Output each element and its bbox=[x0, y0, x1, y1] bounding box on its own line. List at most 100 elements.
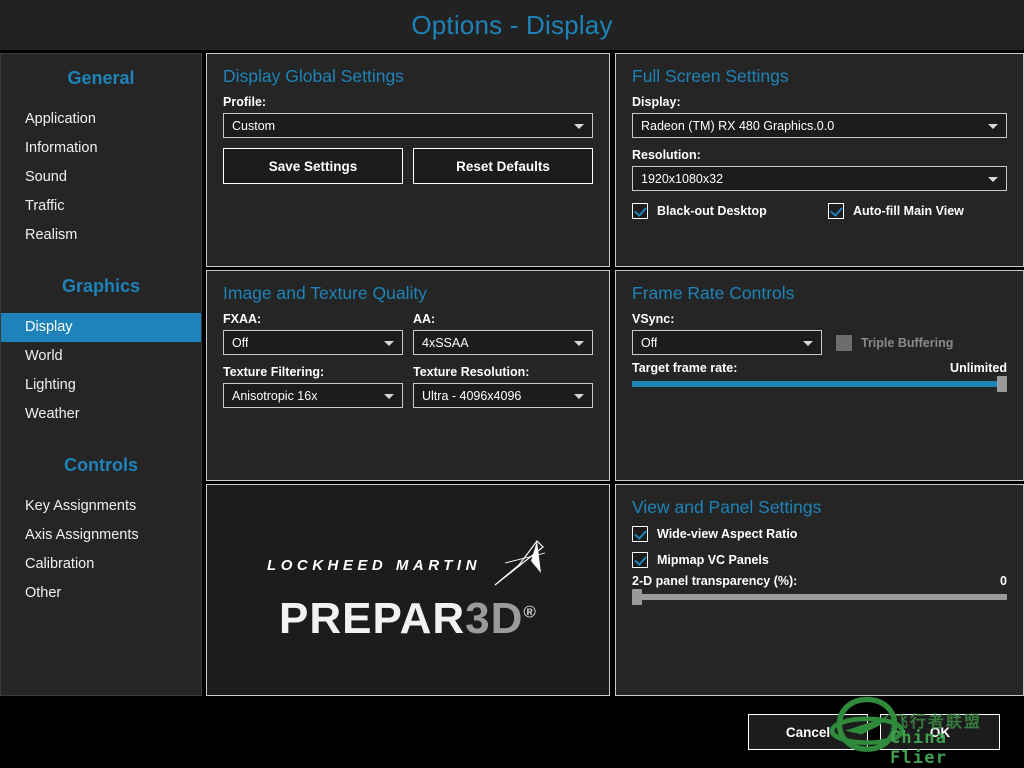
chevron-down-icon bbox=[988, 176, 998, 182]
panel-branding: LOCKHEED MARTIN PREPAR3D® bbox=[206, 484, 610, 696]
sidebar-item-axis-assignments[interactable]: Axis Assignments bbox=[1, 521, 201, 550]
sidebar-item-display[interactable]: Display bbox=[1, 313, 201, 342]
texture-resolution-dropdown[interactable]: Ultra - 4096x4096 bbox=[413, 383, 593, 408]
blackout-desktop-checkbox[interactable] bbox=[632, 203, 648, 219]
profile-dropdown[interactable]: Custom bbox=[223, 113, 593, 138]
texture-resolution-value: Ultra - 4096x4096 bbox=[422, 388, 522, 403]
panel-view-and-panel-settings: View and Panel Settings Wide-view Aspect… bbox=[615, 484, 1024, 696]
reset-defaults-button[interactable]: Reset Defaults bbox=[413, 148, 593, 184]
vsync-row: Off Triple Buffering bbox=[632, 330, 1007, 355]
options-window: Options - Display General Application In… bbox=[0, 0, 1024, 768]
sidebar-item-traffic[interactable]: Traffic bbox=[1, 192, 201, 221]
texture-filtering-dropdown[interactable]: Anisotropic 16x bbox=[223, 383, 403, 408]
lockheed-martin-lockup: LOCKHEED MARTIN bbox=[267, 539, 549, 591]
chevron-down-icon bbox=[988, 123, 998, 129]
sidebar-item-world[interactable]: World bbox=[1, 342, 201, 371]
fxaa-value: Off bbox=[232, 335, 249, 350]
wide-view-aspect-ratio-row[interactable]: Wide-view Aspect Ratio bbox=[632, 526, 1007, 542]
resolution-value: 1920x1080x32 bbox=[641, 171, 724, 186]
panel-title-frame-rate-controls: Frame Rate Controls bbox=[632, 283, 795, 303]
profile-label: Profile: bbox=[223, 95, 267, 109]
fxaa-dropdown[interactable]: Off bbox=[223, 330, 403, 355]
target-frame-rate-slider[interactable] bbox=[632, 376, 1007, 392]
aa-field: AA: 4xSSAA bbox=[413, 312, 593, 365]
vsync-dropdown[interactable]: Off bbox=[632, 330, 822, 355]
sidebar: General Application Information Sound Tr… bbox=[0, 53, 202, 696]
autofill-main-view-label: Auto-fill Main View bbox=[853, 204, 964, 218]
triple-buffering-row: Triple Buffering bbox=[836, 334, 954, 351]
mipmap-vc-panels-checkbox[interactable] bbox=[632, 552, 648, 568]
display-label: Display: bbox=[632, 95, 681, 109]
target-frame-rate-value: Unlimited bbox=[950, 361, 1007, 375]
aa-label: AA: bbox=[413, 312, 436, 326]
cancel-button[interactable]: Cancel bbox=[748, 714, 868, 750]
panel-frame-rate-controls: Frame Rate Controls VSync: Off Triple Bu… bbox=[615, 270, 1024, 481]
target-frame-rate-slider-fill bbox=[632, 381, 1007, 387]
sidebar-item-calibration[interactable]: Calibration bbox=[1, 550, 201, 579]
sidebar-item-other[interactable]: Other bbox=[1, 579, 201, 608]
sidebar-item-realism[interactable]: Realism bbox=[1, 221, 201, 250]
texture-resolution-field: Texture Resolution: Ultra - 4096x4096 bbox=[413, 365, 593, 418]
panel-full-screen-settings: Full Screen Settings Display: Radeon (TM… bbox=[615, 53, 1024, 267]
prepar3d-logo: LOCKHEED MARTIN PREPAR3D® bbox=[207, 485, 609, 695]
chevron-down-icon bbox=[803, 340, 813, 346]
chevron-down-icon bbox=[574, 123, 584, 129]
autofill-main-view-row[interactable]: Auto-fill Main View bbox=[828, 203, 964, 219]
sidebar-item-information[interactable]: Information bbox=[1, 134, 201, 163]
panel-transparency-value: 0 bbox=[1000, 574, 1007, 588]
sidebar-item-sound[interactable]: Sound bbox=[1, 163, 201, 192]
sidebar-item-key-assignments[interactable]: Key Assignments bbox=[1, 492, 201, 521]
save-settings-button[interactable]: Save Settings bbox=[223, 148, 403, 184]
chevron-down-icon bbox=[574, 393, 584, 399]
chevron-down-icon bbox=[384, 340, 394, 346]
registered-trademark-icon: ® bbox=[523, 602, 537, 622]
quality-row-1: FXAA: Off AA: 4xSSAA bbox=[223, 312, 593, 365]
target-frame-rate-label: Target frame rate: bbox=[632, 361, 738, 375]
texture-filtering-label: Texture Filtering: bbox=[223, 365, 325, 379]
vsync-label: VSync: bbox=[632, 312, 675, 326]
sidebar-item-weather[interactable]: Weather bbox=[1, 400, 201, 429]
mipmap-vc-panels-label: Mipmap VC Panels bbox=[657, 553, 769, 567]
panel-transparency-slider[interactable] bbox=[632, 589, 1007, 605]
triple-buffering-checkbox bbox=[836, 334, 852, 351]
lockheed-martin-star-icon bbox=[494, 540, 546, 586]
blackout-desktop-row[interactable]: Black-out Desktop bbox=[632, 203, 828, 219]
footer-bar: Cancel OK bbox=[0, 700, 1024, 768]
panel-title-image-texture-quality: Image and Texture Quality bbox=[223, 283, 427, 303]
panel-transparency-header: 2-D panel transparency (%): 0 bbox=[632, 574, 1007, 588]
vsync-value: Off bbox=[641, 335, 658, 350]
aa-dropdown[interactable]: 4xSSAA bbox=[413, 330, 593, 355]
profile-value: Custom bbox=[232, 118, 276, 133]
ok-button[interactable]: OK bbox=[880, 714, 1000, 750]
target-frame-rate-slider-thumb[interactable] bbox=[997, 376, 1007, 392]
aa-value: 4xSSAA bbox=[422, 335, 469, 350]
texture-resolution-label: Texture Resolution: bbox=[413, 365, 530, 379]
display-value: Radeon (TM) RX 480 Graphics.0.0 bbox=[641, 118, 835, 133]
wide-view-aspect-ratio-checkbox[interactable] bbox=[632, 526, 648, 542]
autofill-main-view-checkbox[interactable] bbox=[828, 203, 844, 219]
panel-title-display-global-settings: Display Global Settings bbox=[223, 66, 404, 86]
triple-buffering-label: Triple Buffering bbox=[861, 335, 954, 350]
panel-title-full-screen-settings: Full Screen Settings bbox=[632, 66, 789, 86]
quality-row-2: Texture Filtering: Anisotropic 16x Textu… bbox=[223, 365, 593, 418]
page-title: Options - Display bbox=[411, 9, 613, 40]
sidebar-item-lighting[interactable]: Lighting bbox=[1, 371, 201, 400]
display-dropdown[interactable]: Radeon (TM) RX 480 Graphics.0.0 bbox=[632, 113, 1007, 138]
title-bar: Options - Display bbox=[0, 0, 1024, 50]
resolution-label: Resolution: bbox=[632, 148, 701, 162]
panel-transparency-slider-thumb[interactable] bbox=[632, 589, 642, 605]
sidebar-item-application[interactable]: Application bbox=[1, 105, 201, 134]
panel-transparency-label: 2-D panel transparency (%): bbox=[632, 574, 798, 588]
resolution-dropdown[interactable]: 1920x1080x32 bbox=[632, 166, 1007, 191]
panel-image-texture-quality: Image and Texture Quality FXAA: Off AA: … bbox=[206, 270, 610, 481]
texture-filtering-field: Texture Filtering: Anisotropic 16x bbox=[223, 365, 403, 418]
panel-title-view-and-panel-settings: View and Panel Settings bbox=[632, 497, 822, 517]
mipmap-vc-panels-row[interactable]: Mipmap VC Panels bbox=[632, 552, 1007, 568]
texture-filtering-value: Anisotropic 16x bbox=[232, 388, 318, 403]
chevron-down-icon bbox=[574, 340, 584, 346]
sidebar-group-title-general: General bbox=[67, 68, 135, 88]
global-settings-button-row: Save Settings Reset Defaults bbox=[223, 148, 593, 184]
wide-view-aspect-ratio-label: Wide-view Aspect Ratio bbox=[657, 527, 798, 541]
